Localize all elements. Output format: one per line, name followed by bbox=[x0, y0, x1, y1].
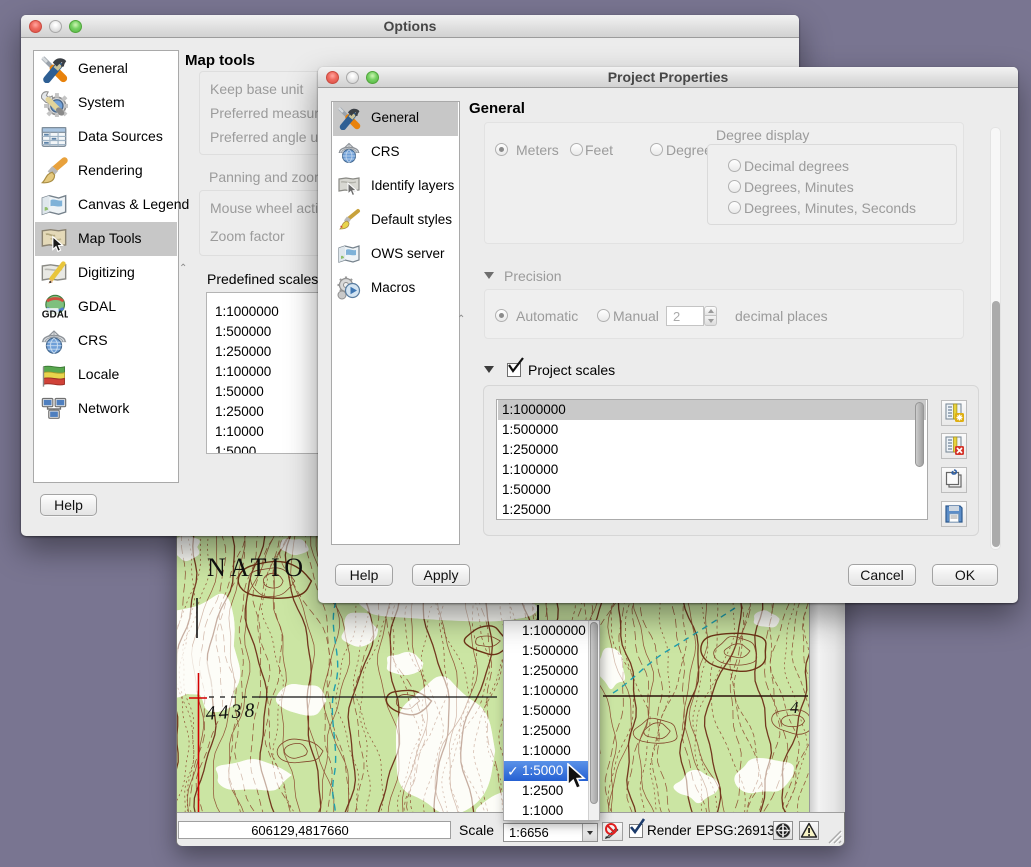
svg-text:4438: 4438 bbox=[205, 699, 258, 725]
svg-text:NATIO: NATIO bbox=[207, 553, 308, 582]
svg-text:GDAL: GDAL bbox=[42, 310, 68, 321]
svg-text:4: 4 bbox=[790, 698, 799, 717]
